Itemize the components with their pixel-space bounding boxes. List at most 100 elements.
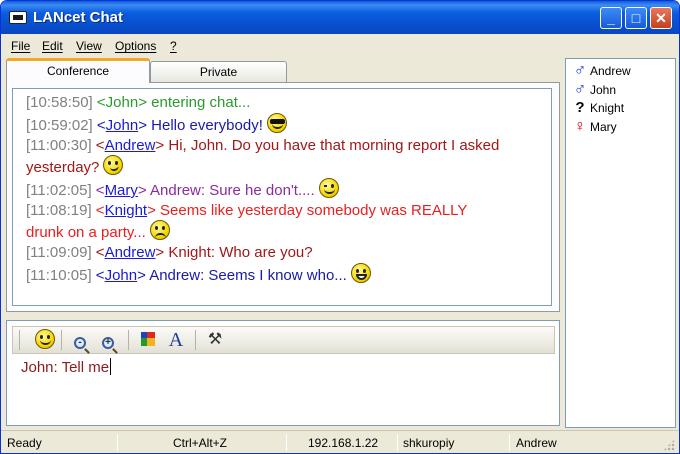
nick-bracket-open: <	[91, 137, 105, 154]
status-divider	[397, 434, 398, 451]
message-text: Hello everybody!	[151, 117, 263, 134]
nick-bracket-close: >	[138, 94, 152, 111]
tools-icon: ⚒	[207, 331, 223, 348]
nick-bracket-close: >	[137, 182, 151, 199]
color-icon	[141, 332, 155, 346]
menu-help[interactable]: ?	[170, 39, 177, 53]
message-timestamp: [11:02:05]	[26, 182, 92, 199]
user-list-item[interactable]: ♂ Andrew	[573, 61, 631, 79]
resize-grip[interactable]	[663, 439, 675, 451]
user-list-item[interactable]: ? Knight	[573, 99, 624, 117]
female-icon: ♀	[574, 118, 586, 135]
chat-log[interactable]: [10:58:50] <John> entering chat... [10:59…	[12, 88, 552, 306]
zoom-out-button[interactable]: -	[68, 329, 92, 351]
message-nick: John	[105, 94, 139, 111]
toolbar-separator	[128, 330, 129, 350]
wink-smiley-icon	[318, 178, 339, 198]
chat-message: [11:09:09] <Andrew> Knight: Who are you?	[26, 243, 551, 262]
message-nick[interactable]: Mary	[105, 182, 138, 199]
settings-button[interactable]: ⚒	[203, 329, 227, 351]
male-icon: ♂	[573, 60, 587, 79]
nick-bracket-close: >	[147, 202, 161, 219]
maximize-button[interactable]: □	[625, 7, 647, 29]
sad-smiley-icon	[149, 220, 170, 240]
zoom-in-icon: +	[102, 337, 114, 349]
nick-bracket-open: <	[91, 182, 105, 199]
message-nick[interactable]: Knight	[105, 202, 148, 219]
user-list-item[interactable]: ♀ Mary	[573, 118, 617, 136]
zoom-in-button[interactable]: +	[96, 329, 120, 351]
message-compose-area: - + A ⚒ John: Tell me	[6, 320, 560, 426]
message-input-text: John: Tell me	[21, 359, 110, 376]
toolbar-separator	[61, 330, 62, 350]
status-state: Ready	[7, 436, 42, 450]
message-nick[interactable]: John	[105, 267, 138, 284]
status-divider	[286, 434, 287, 451]
message-nick[interactable]: Andrew	[105, 244, 156, 261]
status-divider	[117, 434, 118, 451]
app-window: LANcet Chat _ □ ✕ File Edit View Options…	[0, 0, 680, 454]
title-bar[interactable]: LANcet Chat _ □ ✕	[1, 1, 679, 34]
close-button[interactable]: ✕	[650, 7, 672, 29]
chat-message: [11:00:30] <Andrew> Hi, John. Do you hav…	[26, 136, 551, 177]
tab-conference[interactable]: Conference	[6, 58, 150, 83]
font-button[interactable]: A	[164, 329, 188, 351]
format-toolbar: - + A ⚒	[12, 326, 555, 354]
message-text: Andrew: Sure he don't....	[150, 182, 315, 199]
message-text: Seems like yesterday somebody was REALLY	[160, 202, 468, 219]
male-icon: ♂	[573, 79, 587, 98]
user-list-item[interactable]: ♂ John	[573, 80, 616, 98]
nick-bracket-close: >	[137, 267, 150, 284]
nick-bracket-close: >	[155, 137, 169, 154]
message-nick[interactable]: John	[106, 117, 139, 134]
smiley-button[interactable]	[33, 329, 57, 351]
status-bar: Ready Ctrl+Alt+Z 192.168.1.22 shkuropiy …	[1, 430, 679, 453]
nick-bracket-open: <	[92, 94, 106, 111]
smirk-smiley-icon	[103, 155, 124, 175]
message-timestamp: [10:58:50]	[26, 94, 93, 111]
nick-bracket-close: >	[155, 244, 169, 261]
menu-options[interactable]: Options	[115, 39, 156, 53]
message-timestamp: [11:10:05]	[26, 267, 92, 284]
toolbar-separator	[195, 330, 196, 350]
nick-bracket-close: >	[138, 117, 152, 134]
tab-private[interactable]: Private	[150, 61, 287, 83]
text-caret	[110, 358, 112, 375]
nick-bracket-open: <	[92, 117, 106, 134]
user-list: ♂ Andrew ♂ John? Knight ♀ Mary	[565, 58, 676, 428]
unknown-gender-icon: ?	[575, 99, 585, 116]
menu-file[interactable]: File	[11, 39, 30, 53]
message-timestamp: [11:00:30]	[26, 137, 92, 154]
message-text-continued: drunk on a party...	[26, 224, 146, 241]
chat-message: [10:59:02] <John> Hello everybody!	[26, 113, 551, 135]
nick-bracket-open: <	[91, 244, 105, 261]
message-text: Knight: Who are you?	[168, 244, 313, 261]
user-name: Knight	[590, 101, 625, 115]
minimize-button[interactable]: _	[600, 7, 622, 29]
message-nick[interactable]: Andrew	[105, 137, 156, 154]
zoom-out-icon: -	[74, 337, 86, 349]
cool-smiley-icon	[266, 113, 287, 133]
chat-message: [11:08:19] <Knight> Seems like yesterday…	[26, 201, 551, 242]
toolbar-grip	[19, 330, 20, 350]
message-text: entering chat...	[151, 94, 251, 111]
app-icon	[9, 11, 27, 24]
message-timestamp: [10:59:02]	[26, 117, 93, 134]
message-input[interactable]: John: Tell me	[21, 358, 112, 376]
status-divider	[509, 434, 510, 451]
conference-panel: [10:58:50] <John> entering chat... [10:59…	[6, 82, 560, 312]
status-ip: 192.168.1.22	[308, 436, 379, 450]
window-title: LANcet Chat	[33, 9, 124, 26]
menu-bar: File Edit View Options ?	[1, 34, 679, 56]
message-text: Hi, John. Do you have that morning repor…	[168, 137, 500, 154]
chat-message: [11:10:05] <John> Andrew: Seems I know w…	[26, 263, 551, 285]
status-user: Andrew	[516, 436, 557, 450]
font-icon: A	[168, 329, 184, 351]
message-text-continued: yesterday?	[26, 159, 100, 176]
text-color-button[interactable]	[136, 329, 160, 351]
user-name: Mary	[590, 120, 617, 134]
status-shortcut: Ctrl+Alt+Z	[173, 436, 228, 450]
menu-view[interactable]: View	[76, 39, 102, 53]
menu-edit[interactable]: Edit	[42, 39, 63, 53]
grin-smiley-icon	[350, 263, 371, 283]
